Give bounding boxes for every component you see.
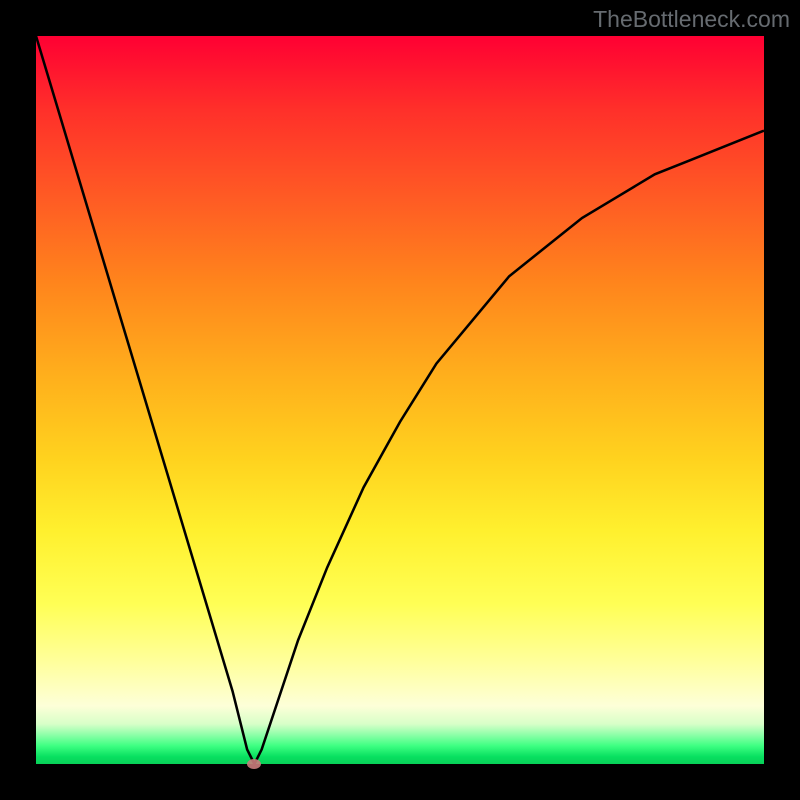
watermark-text: TheBottleneck.com — [593, 6, 790, 33]
chart-stage: TheBottleneck.com — [0, 0, 800, 800]
bottleneck-curve — [36, 36, 764, 764]
min-point-marker — [247, 759, 261, 769]
plot-area — [36, 36, 764, 764]
curve-svg — [36, 36, 764, 764]
